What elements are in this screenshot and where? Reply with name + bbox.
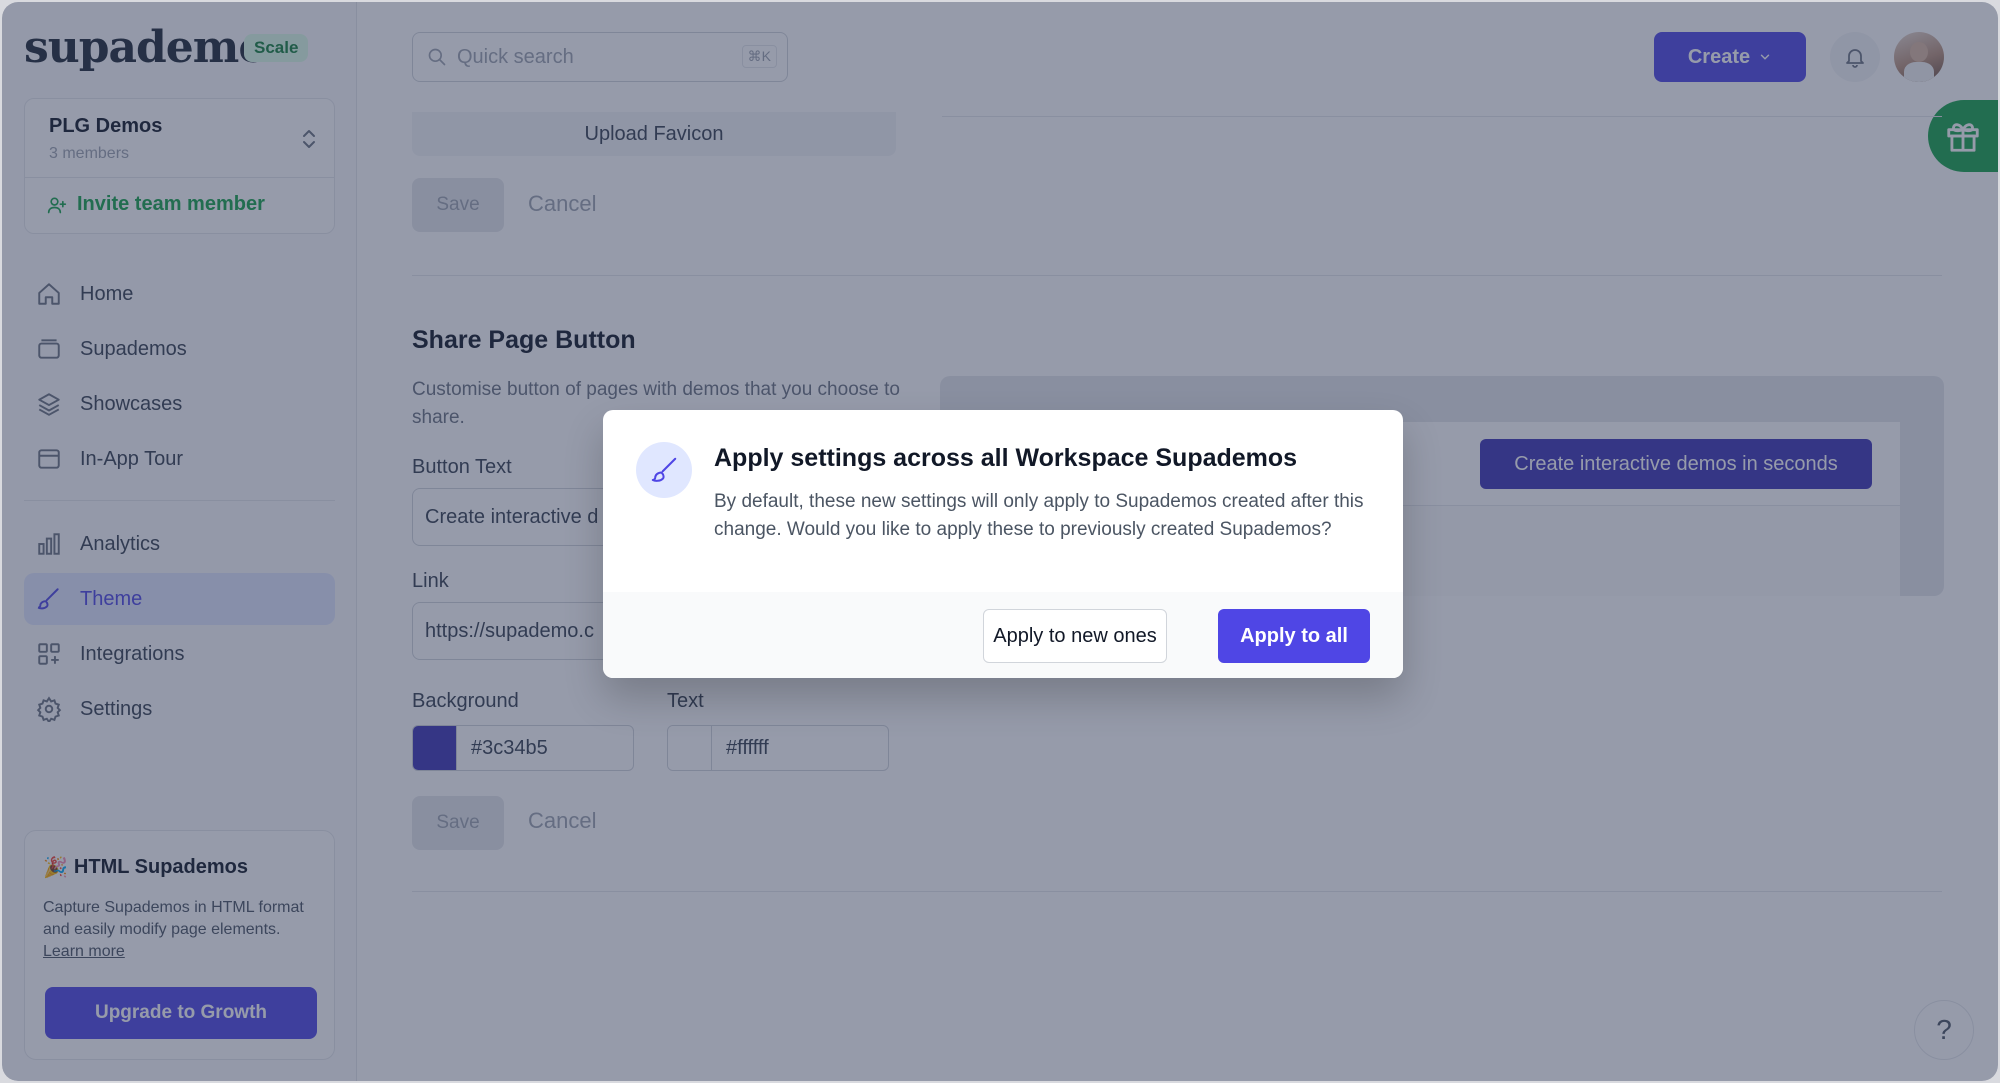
app-window: supademo Scale PLG Demos 3 members Invit… bbox=[2, 2, 1998, 1081]
modal-title: Apply settings across all Workspace Supa… bbox=[714, 444, 1298, 472]
apply-to-new-ones-button[interactable]: Apply to new ones bbox=[983, 609, 1167, 663]
modal-icon-circle bbox=[636, 442, 692, 498]
modal-footer: Apply to new ones Apply to all bbox=[603, 592, 1403, 678]
apply-to-all-button[interactable]: Apply to all bbox=[1218, 609, 1370, 663]
apply-settings-modal: Apply settings across all Workspace Supa… bbox=[603, 410, 1403, 678]
modal-body: By default, these new settings will only… bbox=[714, 491, 1364, 540]
paintbrush-icon bbox=[651, 457, 677, 482]
